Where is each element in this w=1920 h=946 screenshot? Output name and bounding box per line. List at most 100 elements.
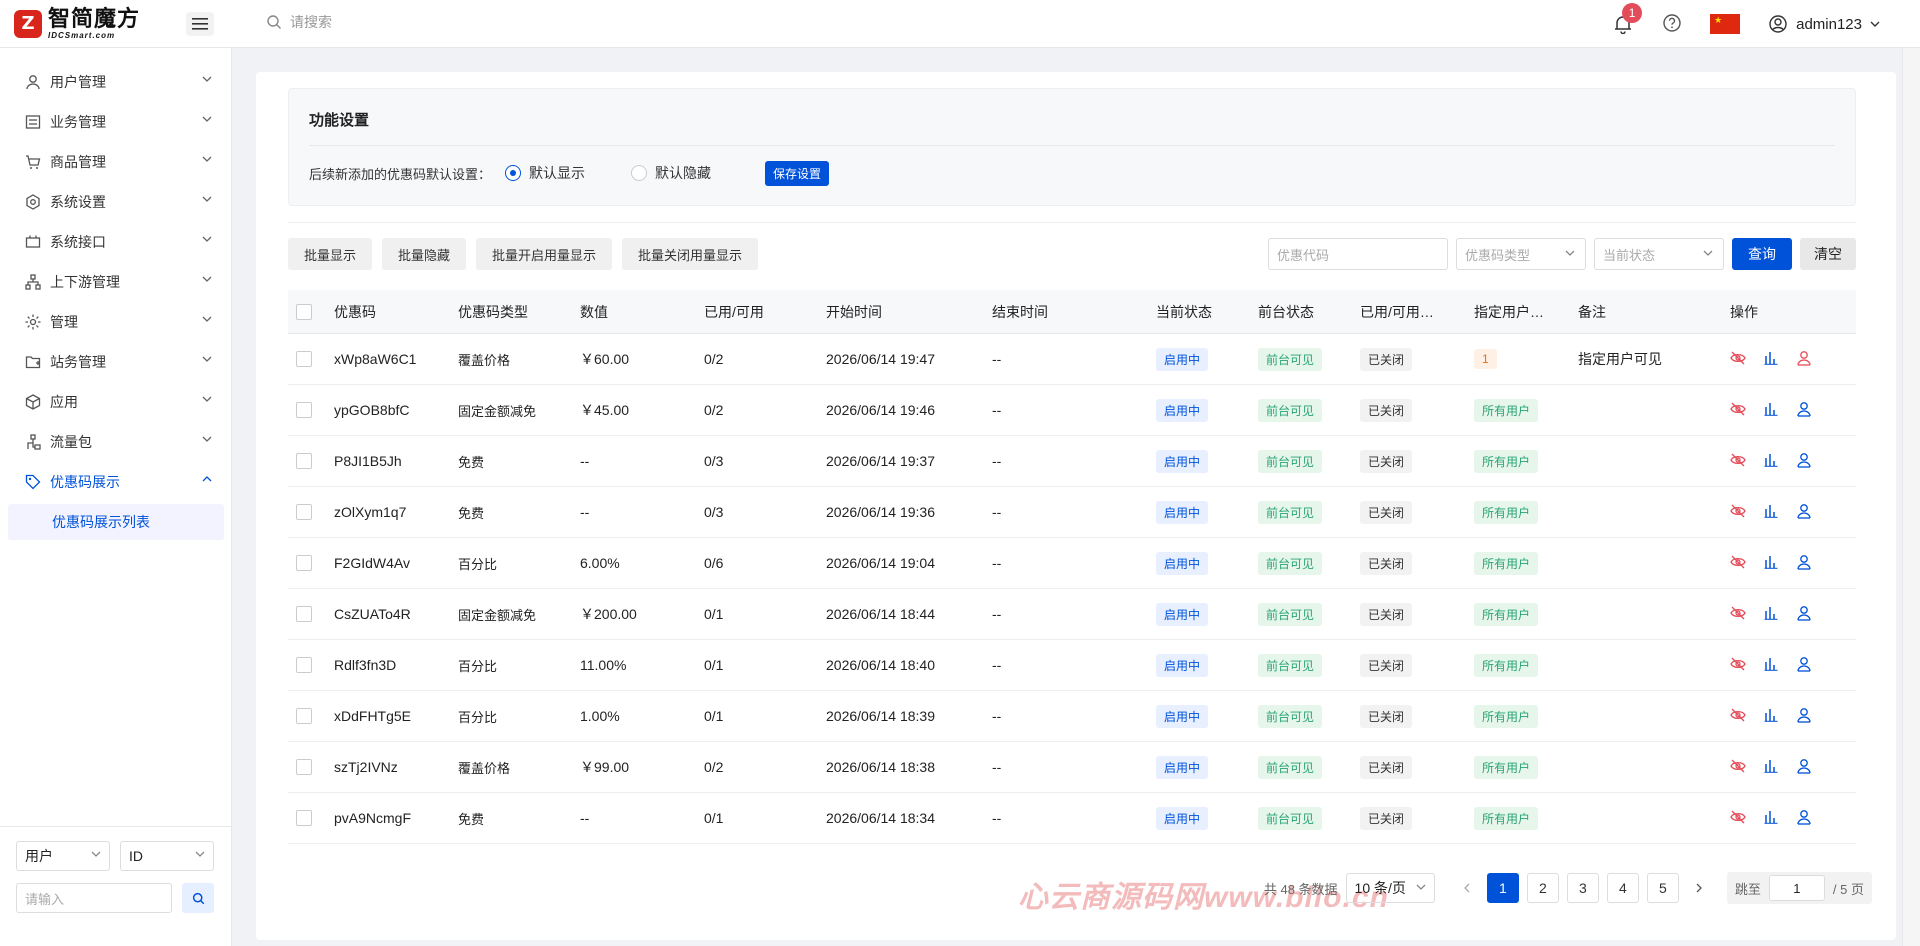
sidebar-item-apps[interactable]: 应用 [8, 384, 224, 420]
row-checkbox[interactable] [296, 453, 312, 469]
usage-display-badge: 已关闭 [1360, 500, 1413, 524]
sidebar-item-upstream-downstream[interactable]: 上下游管理 [8, 264, 224, 300]
sidebar-quick-search: 用户 ID 请输入 [0, 826, 232, 946]
front-status-badge: 前台可见 [1258, 653, 1323, 677]
page-size-select[interactable]: 10 条/页 [1345, 873, 1435, 903]
coupon-type-select[interactable]: 优惠码类型 [1456, 238, 1586, 270]
row-checkbox[interactable] [296, 504, 312, 520]
assign-user-button[interactable] [1796, 758, 1812, 777]
select-all-checkbox[interactable] [296, 303, 312, 320]
sidebar-item-label: 管理 [50, 314, 78, 330]
sidebar-item-site-management[interactable]: 站务管理 [8, 344, 224, 380]
global-search[interactable]: 请搜索 [266, 12, 332, 32]
user-menu[interactable]: admin123 [1768, 14, 1880, 34]
sidebar-item-management[interactable]: 管理 [8, 304, 224, 340]
assign-user-button[interactable] [1796, 452, 1812, 471]
row-checkbox[interactable] [296, 555, 312, 571]
sidebar-item-business-management[interactable]: 业务管理 [8, 104, 224, 140]
page-button-4[interactable]: 4 [1606, 873, 1639, 903]
menu-toggle-button[interactable] [186, 12, 214, 36]
stats-action-button[interactable] [1764, 759, 1778, 776]
cell-usage: 0/1 [704, 810, 724, 826]
stats-action-button[interactable] [1764, 555, 1778, 572]
assign-user-button[interactable] [1796, 809, 1812, 828]
batch-show-button[interactable]: 批量显示 [288, 238, 373, 270]
batch-hide-button[interactable]: 批量隐藏 [382, 238, 467, 270]
coupon-code-input[interactable]: 优惠代码 [1268, 238, 1448, 270]
sidebar-item-user-management[interactable]: 用户管理 [8, 64, 224, 100]
help-button[interactable] [1662, 13, 1682, 36]
assign-user-button[interactable] [1796, 656, 1812, 675]
row-checkbox[interactable] [296, 402, 312, 418]
chevron-up-icon [202, 476, 212, 482]
hide-action-button[interactable] [1730, 504, 1746, 521]
radio-default-hide[interactable]: 默认隐藏 [631, 163, 711, 183]
batch-disable-usage-button[interactable]: 批量关闭用量显示 [622, 238, 759, 270]
eye-off-icon [1730, 453, 1746, 466]
row-checkbox[interactable] [296, 657, 312, 673]
chevron-down-icon [202, 156, 212, 162]
search-type-select[interactable]: 用户 [16, 841, 110, 871]
notification-badge: 1 [1622, 3, 1643, 23]
next-page-button[interactable] [1687, 873, 1711, 903]
prev-page-button[interactable] [1455, 873, 1479, 903]
row-checkbox[interactable] [296, 810, 312, 826]
quick-search-input[interactable]: 请输入 [16, 883, 172, 913]
hide-action-button[interactable] [1730, 657, 1746, 674]
assign-user-button[interactable] [1796, 401, 1812, 420]
sidebar-item-system-interface[interactable]: 系统接口 [8, 224, 224, 260]
hide-action-button[interactable] [1730, 402, 1746, 419]
clear-button[interactable]: 清空 [1800, 238, 1856, 270]
stats-action-button[interactable] [1764, 351, 1778, 368]
save-settings-button[interactable]: 保存设置 [765, 160, 830, 186]
row-checkbox[interactable] [296, 708, 312, 724]
page-scrollbar[interactable] [1902, 48, 1920, 946]
row-checkbox[interactable] [296, 351, 312, 367]
hide-action-button[interactable] [1730, 759, 1746, 776]
page-button-5[interactable]: 5 [1646, 873, 1679, 903]
quick-search-button[interactable] [182, 883, 214, 913]
hide-action-button[interactable] [1730, 708, 1746, 725]
gear-icon [26, 194, 40, 210]
notification-button[interactable]: 1 [1612, 3, 1643, 35]
stats-action-button[interactable] [1764, 453, 1778, 470]
total-count: 共 48 条数据 [1263, 881, 1338, 897]
sidebar-item-system-settings[interactable]: 系统设置 [8, 184, 224, 220]
language-flag-icon[interactable]: ★ [1710, 14, 1741, 34]
page-button-2[interactable]: 2 [1526, 873, 1559, 903]
eye-off-icon [1730, 504, 1746, 517]
stats-action-button[interactable] [1764, 402, 1778, 419]
stats-action-button[interactable] [1764, 504, 1778, 521]
query-button[interactable]: 查询 [1732, 238, 1792, 270]
assign-user-button[interactable] [1796, 503, 1812, 522]
sidebar-subitem-coupon-list[interactable]: 优惠码展示列表 [8, 504, 224, 540]
assign-user-button[interactable] [1796, 707, 1812, 726]
row-checkbox[interactable] [296, 759, 312, 775]
hide-action-button[interactable] [1730, 555, 1746, 572]
hide-action-button[interactable] [1730, 810, 1746, 827]
current-status-select[interactable]: 当前状态 [1594, 238, 1724, 270]
search-field-select[interactable]: ID [120, 841, 214, 871]
cell-note: 指定用户可见 [1578, 351, 1662, 367]
page-button-3[interactable]: 3 [1566, 873, 1599, 903]
assign-user-button[interactable] [1796, 350, 1812, 369]
table-row: P8JI1B5Jh 免费 -- 0/3 2026/06/14 19:37 -- 启用中 前台可… [288, 436, 1856, 487]
sidebar-item-traffic-package[interactable]: 流量包 [8, 424, 224, 460]
hide-action-button[interactable] [1730, 351, 1746, 368]
stats-action-button[interactable] [1764, 657, 1778, 674]
hide-action-button[interactable] [1730, 453, 1746, 470]
stats-action-button[interactable] [1764, 810, 1778, 827]
sidebar-item-coupon-display[interactable]: 优惠码展示 [8, 464, 224, 500]
radio-default-show[interactable]: 默认显示 [505, 163, 585, 183]
usage-display-badge: 已关闭 [1360, 551, 1413, 575]
page-jump-input[interactable]: 1 [1768, 875, 1825, 901]
assign-user-button[interactable] [1796, 554, 1812, 573]
hide-action-button[interactable] [1730, 606, 1746, 623]
batch-enable-usage-button[interactable]: 批量开启用量显示 [476, 238, 613, 270]
stats-action-button[interactable] [1764, 606, 1778, 623]
page-button-1[interactable]: 1 [1486, 873, 1519, 903]
stats-action-button[interactable] [1764, 708, 1778, 725]
assign-user-button[interactable] [1796, 605, 1812, 624]
sidebar-item-product-management[interactable]: 商品管理 [8, 144, 224, 180]
row-checkbox[interactable] [296, 606, 312, 622]
